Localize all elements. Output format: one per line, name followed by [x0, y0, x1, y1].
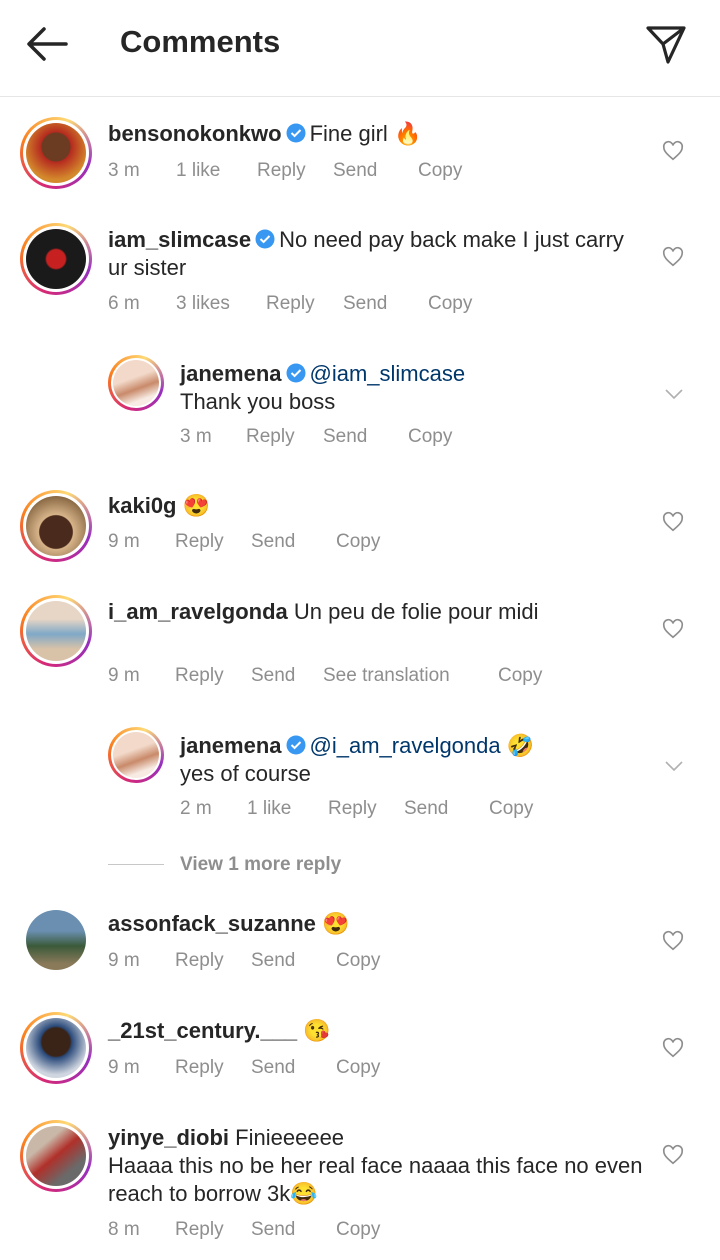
- comment-body: yinye_diobi Finieeeeee Haaaa this no be …: [108, 1124, 648, 1208]
- heart-icon[interactable]: [662, 930, 684, 952]
- timestamp: 6 m: [108, 293, 140, 314]
- mention-link[interactable]: @iam_slimcase: [310, 361, 466, 386]
- emoji: 😍: [322, 911, 350, 936]
- likes-count[interactable]: 1 like: [176, 160, 220, 182]
- heart-icon[interactable]: [662, 618, 684, 640]
- heart-icon[interactable]: [662, 246, 684, 268]
- timestamp: 9 m: [108, 1057, 140, 1078]
- send-button[interactable]: Send: [333, 160, 377, 182]
- avatar[interactable]: [20, 490, 92, 562]
- reply-button[interactable]: Reply: [175, 665, 224, 687]
- reply-button[interactable]: Reply: [175, 1219, 224, 1241]
- verified-badge-icon: [255, 229, 275, 249]
- timestamp: 3 m: [108, 160, 140, 181]
- username[interactable]: bensonokonkwo: [108, 121, 282, 146]
- username[interactable]: janemena: [180, 361, 282, 386]
- heart-icon[interactable]: [662, 511, 684, 533]
- copy-button[interactable]: Copy: [428, 293, 472, 315]
- comment-body: iam_slimcase No need pay back make I just…: [108, 226, 648, 282]
- avatar[interactable]: [20, 117, 92, 189]
- reply-button[interactable]: Reply: [246, 426, 295, 448]
- timestamp: 9 m: [108, 950, 140, 971]
- reply-button[interactable]: Reply: [266, 293, 315, 315]
- copy-button[interactable]: Copy: [336, 531, 380, 553]
- avatar[interactable]: [20, 1120, 92, 1192]
- username[interactable]: yinye_diobi: [108, 1125, 229, 1150]
- see-translation-button[interactable]: See translation: [323, 665, 450, 687]
- arrow-left-icon[interactable]: [22, 22, 70, 66]
- comment-text-continued: Haaaa this no be her real face naaaa thi…: [108, 1153, 643, 1206]
- comment-text: yes of course: [180, 761, 311, 786]
- copy-button[interactable]: Copy: [498, 665, 542, 687]
- avatar[interactable]: [20, 595, 92, 667]
- comment-text: Fine girl: [309, 121, 388, 146]
- copy-button[interactable]: Copy: [336, 950, 380, 972]
- username[interactable]: kaki0g: [108, 493, 177, 518]
- timestamp: 2 m: [180, 798, 212, 819]
- reply-body: janemena @i_am_ravelgonda 🤣 yes of course: [180, 732, 640, 788]
- comment-body: _21st_century.___ 😘: [108, 1017, 331, 1045]
- emoji: 😍: [182, 493, 211, 518]
- timestamp: 9 m: [108, 665, 140, 686]
- send-button[interactable]: Send: [251, 1057, 295, 1079]
- send-button[interactable]: Send: [251, 665, 295, 687]
- username[interactable]: iam_slimcase: [108, 227, 251, 252]
- send-button[interactable]: Send: [251, 1219, 295, 1241]
- copy-button[interactable]: Copy: [408, 426, 452, 448]
- reply-button[interactable]: Reply: [175, 950, 224, 972]
- chevron-down-icon[interactable]: [664, 387, 684, 401]
- verified-badge-icon: [286, 363, 305, 383]
- divider: [108, 864, 164, 865]
- avatar[interactable]: [108, 727, 164, 783]
- avatar[interactable]: [20, 1012, 92, 1084]
- send-button[interactable]: Send: [251, 950, 295, 972]
- copy-button[interactable]: Copy: [418, 160, 462, 182]
- chevron-down-icon[interactable]: [664, 759, 684, 773]
- comment-body: kaki0g 😍: [108, 492, 210, 520]
- username[interactable]: janemena: [180, 733, 282, 758]
- emoji: 🔥: [393, 121, 422, 146]
- avatar[interactable]: [20, 223, 92, 295]
- username[interactable]: _21st_century.___: [108, 1018, 297, 1043]
- send-button[interactable]: Send: [343, 293, 387, 315]
- reply-body: janemena @iam_slimcase Thank you boss: [180, 360, 640, 416]
- comment-body: bensonokonkwo Fine girl 🔥: [108, 120, 421, 148]
- comment-text: Thank you boss: [180, 389, 336, 414]
- view-more-replies-button[interactable]: View 1 more reply: [180, 854, 341, 876]
- heart-icon[interactable]: [662, 1037, 684, 1059]
- timestamp: 9 m: [108, 531, 140, 552]
- username[interactable]: i_am_ravelgonda: [108, 599, 288, 624]
- avatar[interactable]: [20, 904, 92, 976]
- comment-text: Finieeeeee: [235, 1125, 345, 1150]
- copy-button[interactable]: Copy: [489, 798, 533, 820]
- mention-link[interactable]: @i_am_ravelgonda: [310, 733, 501, 758]
- reply-button[interactable]: Reply: [328, 798, 377, 820]
- emoji: 🤣: [506, 733, 535, 758]
- send-button[interactable]: Send: [404, 798, 448, 820]
- page-title: Comments: [120, 24, 281, 59]
- username[interactable]: assonfack_suzanne: [108, 911, 316, 936]
- comment-body: assonfack_suzanne 😍: [108, 910, 349, 938]
- send-button[interactable]: Send: [323, 426, 367, 448]
- likes-count[interactable]: 1 like: [247, 798, 291, 820]
- reply-button[interactable]: Reply: [175, 531, 224, 553]
- paper-plane-icon[interactable]: [644, 22, 688, 66]
- copy-button[interactable]: Copy: [336, 1057, 380, 1079]
- comment-text: Un peu de folie pour midi: [293, 599, 539, 624]
- heart-icon[interactable]: [662, 1144, 684, 1166]
- send-button[interactable]: Send: [251, 531, 295, 553]
- top-bar: Comments: [0, 0, 720, 97]
- timestamp: 3 m: [180, 426, 212, 447]
- avatar[interactable]: [108, 355, 164, 411]
- reply-button[interactable]: Reply: [257, 160, 306, 182]
- reply-button[interactable]: Reply: [175, 1057, 224, 1079]
- heart-icon[interactable]: [662, 140, 684, 162]
- timestamp: 8 m: [108, 1219, 140, 1240]
- emoji: 😘: [303, 1018, 331, 1043]
- verified-badge-icon: [286, 735, 305, 755]
- likes-count[interactable]: 3 likes: [176, 293, 230, 315]
- copy-button[interactable]: Copy: [336, 1219, 380, 1241]
- verified-badge-icon: [286, 123, 306, 143]
- comment-body: i_am_ravelgonda Un peu de folie pour mid…: [108, 598, 648, 626]
